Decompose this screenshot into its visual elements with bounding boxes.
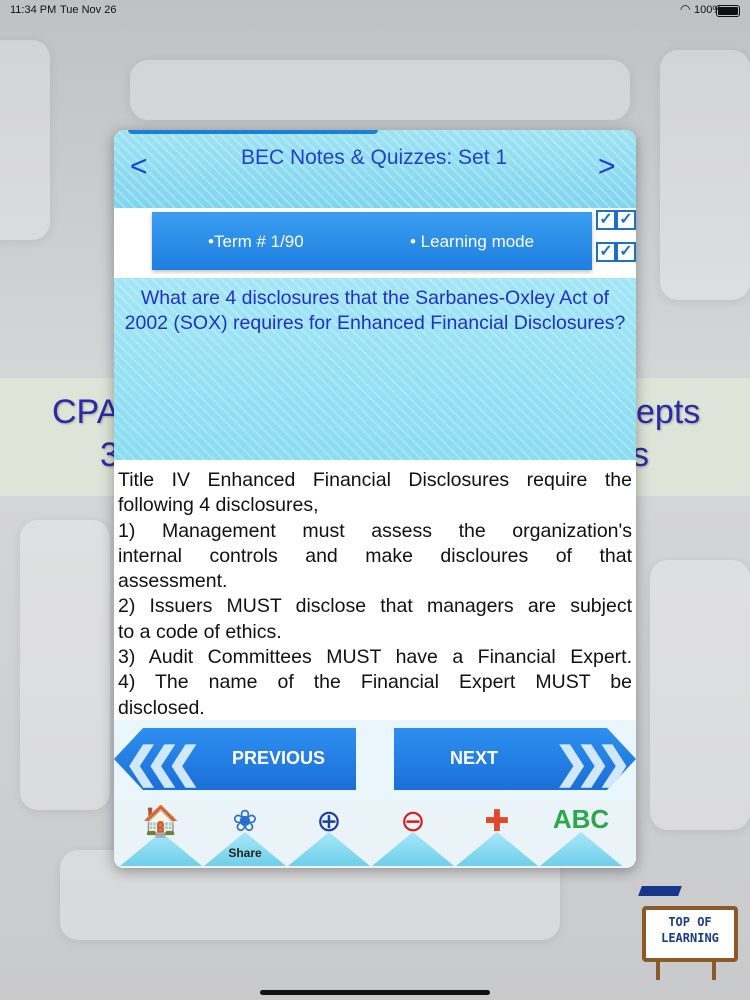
header-bar: < BEC Notes & Quizzes: Set 1 >	[114, 130, 636, 208]
background-tile	[650, 560, 750, 830]
logo-board: TOP OF LEARNING	[642, 906, 738, 962]
share-button[interactable]: ❀ Share	[204, 802, 286, 866]
background-tile	[0, 40, 50, 240]
quiz-panel: < BEC Notes & Quizzes: Set 1 > •Term # 1…	[114, 130, 636, 868]
logo-line-1: TOP OF	[668, 915, 712, 929]
chevrons-right-icon: ❯❯❯	[554, 739, 631, 786]
share-label: Share	[228, 846, 262, 860]
wifi-icon: ◠	[680, 2, 691, 16]
background-text: epts	[636, 393, 701, 431]
background-tile	[130, 60, 630, 120]
next-button-label: NEXT	[450, 748, 499, 768]
answer-line: 1) Management must assess the organizati…	[118, 519, 632, 542]
top-of-learning-logo: TOP OF LEARNING	[636, 886, 740, 980]
answer-line: following 4 disclosures,	[118, 494, 319, 517]
zoom-out-icon: ⊖	[400, 805, 426, 838]
zoom-in-button[interactable]: ⊕	[288, 802, 370, 866]
home-indicator[interactable]	[260, 990, 490, 995]
checklist-icon[interactable]: ✓ ✓ ✓ ✓	[594, 210, 636, 272]
learning-mode-label: • Learning mode	[410, 232, 535, 251]
term-bar: •Term # 1/90 • Learning mode	[152, 212, 592, 270]
question-text: What are 4 disclosures that the Sarbanes…	[124, 287, 626, 334]
puzzle-icon: ✚	[484, 805, 510, 838]
graduation-cap-icon	[638, 886, 682, 896]
abc-blocks-icon: ABC	[552, 804, 610, 834]
abc-button[interactable]: ABC	[540, 802, 622, 866]
status-time: 11:34 PM	[10, 4, 57, 16]
share-icon: ❀	[232, 805, 258, 838]
previous-button[interactable]: ❮❮❮ PREVIOUS	[114, 728, 356, 790]
logo-line-2: LEARNING	[661, 931, 719, 945]
status-bar: 11:34 PM Tue Nov 26 ◠ 100%	[0, 0, 750, 20]
term-counter: •Term # 1/90	[208, 232, 304, 251]
previous-button-label: PREVIOUS	[232, 748, 326, 768]
home-button[interactable]: 🏠	[120, 802, 202, 866]
house-icon: 🏠	[142, 805, 180, 838]
answer-line: to a code of ethics.	[118, 620, 282, 643]
answer-line: 3) Audit Committees MUST have a Financia…	[118, 646, 632, 669]
next-set-arrow[interactable]: >	[598, 150, 616, 184]
navigation-buttons: ❮❮❮ PREVIOUS NEXT ❯❯❯	[114, 720, 636, 800]
page-title: BEC Notes & Quizzes: Set 1	[240, 146, 508, 169]
zoom-in-icon: ⊕	[316, 805, 342, 838]
answer-line: internal controls and make discloures of…	[118, 544, 632, 567]
puzzle-button[interactable]: ✚	[456, 802, 538, 866]
answer-line: disclosed.	[118, 696, 205, 719]
background-tile	[660, 50, 750, 300]
zoom-out-button[interactable]: ⊖	[372, 802, 454, 866]
bottom-toolbar: 🏠 ❀ Share ⊕ ⊖ ✚ ABC	[114, 800, 636, 868]
background-text: CPA	[52, 393, 120, 431]
answer-line: 2) Issuers MUST disclose that managers a…	[118, 595, 632, 618]
chevrons-left-icon: ❮❮❮	[124, 739, 201, 786]
status-date: Tue Nov 26	[60, 4, 117, 16]
answer-line: 4) The name of the Financial Expert MUST…	[118, 671, 632, 694]
answer-line: assessment.	[118, 570, 228, 593]
question-area: What are 4 disclosures that the Sarbanes…	[114, 278, 636, 460]
background-tile	[20, 520, 110, 810]
header-accent	[128, 130, 378, 134]
easel-leg	[656, 960, 660, 980]
answer-text: Title IV Enhanced Financial Disclosures …	[118, 468, 632, 721]
previous-set-arrow[interactable]: <	[130, 150, 148, 184]
next-button[interactable]: NEXT ❯❯❯	[394, 728, 636, 790]
battery-icon	[716, 5, 740, 17]
answer-line: Title IV Enhanced Financial Disclosures …	[118, 469, 632, 491]
easel-leg	[712, 960, 716, 980]
